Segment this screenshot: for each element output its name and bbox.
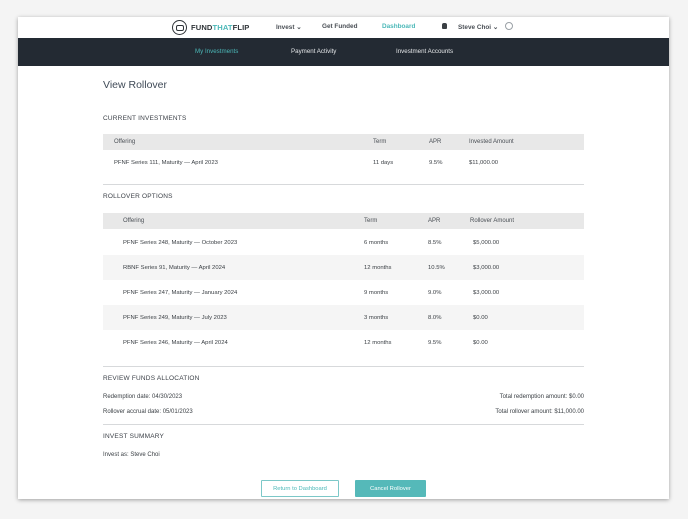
apr-cell: 9.0%: [428, 289, 442, 296]
divider: [103, 424, 584, 425]
bell-icon[interactable]: [442, 23, 447, 29]
accrual-date: Rollover accrual date: 05/01/2023: [103, 409, 193, 415]
total-redemption: Total redemption amount: $0.00: [500, 394, 584, 400]
rollover-options-heading: ROLLOVER OPTIONS: [103, 193, 173, 200]
column-term: Term: [364, 218, 378, 224]
tab-my-investments[interactable]: My Investments: [195, 48, 238, 55]
term-cell: 12 months: [364, 264, 392, 271]
apr-cell: 8.0%: [428, 314, 442, 321]
column-term: Term: [373, 139, 387, 145]
tab-payment-activity[interactable]: Payment Activity: [291, 48, 336, 55]
offering-cell: PFNF Series 248, Maturity — October 2023: [123, 239, 238, 246]
brand-logo[interactable]: FUNDTHATFLIP: [172, 20, 249, 35]
column-offering: Offering: [123, 218, 145, 224]
column-apr: APR: [428, 218, 441, 224]
redemption-date: Redemption date: 04/30/2023: [103, 394, 182, 400]
brand-name-accent: THAT: [212, 23, 233, 32]
table-row: PFNF Series 247, Maturity — January 2024…: [103, 280, 584, 305]
apr-cell: 8.5%: [428, 239, 442, 246]
rollover-options-header: Offering Term APR Rollover Amount: [103, 213, 584, 229]
brand-wordmark: FUNDTHATFLIP: [191, 23, 249, 32]
term-cell: 3 months: [364, 314, 389, 321]
table-row: PFNF Series 246, Maturity — April 2024 1…: [103, 330, 584, 355]
offering-cell: PFNF Series 246, Maturity — April 2024: [123, 339, 228, 346]
total-rollover-value: $11,000.00: [554, 409, 584, 415]
user-name: Steve Choi: [458, 24, 492, 31]
brand-name-part2: FLIP: [232, 23, 250, 32]
total-redemption-value: $0.00: [568, 394, 584, 400]
column-offering: Offering: [114, 139, 136, 145]
table-row: PFNF Series 111, Maturity — April 2023 1…: [103, 150, 584, 175]
brand-name-part1: FUND: [191, 23, 213, 32]
apr-cell: 10.5%: [428, 264, 445, 271]
divider: [103, 366, 584, 367]
page-title: View Rollover: [103, 79, 167, 91]
avatar-icon[interactable]: [505, 22, 513, 30]
table-row: PFNF Series 248, Maturity — October 2023…: [103, 230, 584, 255]
term-cell: 6 months: [364, 239, 389, 246]
chevron-down-icon: ⌄: [296, 24, 302, 31]
offering-cell: PFNF Series 247, Maturity — January 2024: [123, 289, 238, 296]
return-to-dashboard-button[interactable]: Return to Dashboard: [261, 480, 339, 497]
invest-summary-heading: INVEST SUMMARY: [103, 433, 165, 440]
table-row: RBNF Series 91, Maturity — April 2024 12…: [103, 255, 584, 280]
rollover-amount-field[interactable]: $0.00: [473, 340, 488, 346]
divider: [103, 184, 584, 185]
cancel-rollover-button[interactable]: Cancel Rollover: [355, 480, 426, 497]
term-cell: 12 months: [364, 339, 392, 346]
offering-cell: RBNF Series 91, Maturity — April 2024: [123, 264, 226, 271]
total-redemption-label: Total redemption amount:: [499, 394, 568, 400]
term-cell: 9 months: [364, 289, 389, 296]
redemption-date-value: 04/30/2023: [152, 394, 183, 400]
nav-invest[interactable]: Invest ⌄: [276, 23, 302, 31]
sub-nav: My Investments Payment Activity Investme…: [18, 38, 669, 66]
tab-investment-accounts[interactable]: Investment Accounts: [396, 48, 453, 55]
current-investments-heading: CURRENT INVESTMENTS: [103, 115, 187, 122]
amount-cell: $11,000.00: [469, 159, 499, 166]
rollover-amount-field[interactable]: $5,000.00: [473, 240, 499, 246]
column-apr: APR: [429, 139, 442, 145]
column-invested-amount: Invested Amount: [469, 139, 514, 145]
nav-get-funded[interactable]: Get Funded: [322, 23, 358, 30]
total-rollover: Total rollover amount: $11,000.00: [495, 409, 584, 415]
term-cell: 11 days: [373, 159, 394, 166]
rollover-amount-field[interactable]: $0.00: [473, 315, 488, 321]
apr-cell: 9.5%: [428, 339, 442, 346]
accrual-date-value: 05/01/2023: [162, 409, 193, 415]
top-nav: FUNDTHATFLIP Invest ⌄ Get Funded Dashboa…: [18, 17, 669, 38]
nav-invest-label: Invest: [276, 24, 295, 31]
column-rollover-amount: Rollover Amount: [470, 218, 515, 224]
invest-as-label: Invest as:: [103, 452, 129, 458]
nav-dashboard[interactable]: Dashboard: [382, 23, 415, 30]
chevron-down-icon: ⌄: [492, 24, 499, 31]
apr-cell: 9.5%: [429, 159, 443, 166]
current-investments-header: Offering Term APR Invested Amount: [103, 134, 584, 150]
review-allocation-heading: REVIEW FUNDS ALLOCATION: [103, 375, 200, 382]
accrual-date-label: Rollover accrual date:: [103, 409, 162, 415]
invest-as: Invest as: Steve Choi: [103, 452, 160, 458]
logo-badge-icon: [172, 20, 187, 35]
user-menu[interactable]: Steve Choi ⌄: [458, 23, 498, 31]
table-row: PFNF Series 249, Maturity — July 2023 3 …: [103, 305, 584, 330]
rollover-amount-field[interactable]: $3,000.00: [473, 290, 499, 296]
total-rollover-label: Total rollover amount:: [495, 409, 553, 415]
invest-as-value: Steve Choi: [130, 452, 160, 458]
redemption-date-label: Redemption date:: [103, 394, 151, 400]
offering-cell: PFNF Series 249, Maturity — July 2023: [123, 314, 227, 321]
rollover-amount-field[interactable]: $3,000.00: [473, 265, 499, 271]
offering-cell: PFNF Series 111, Maturity — April 2023: [114, 159, 218, 166]
app-window: FUNDTHATFLIP Invest ⌄ Get Funded Dashboa…: [18, 17, 669, 499]
